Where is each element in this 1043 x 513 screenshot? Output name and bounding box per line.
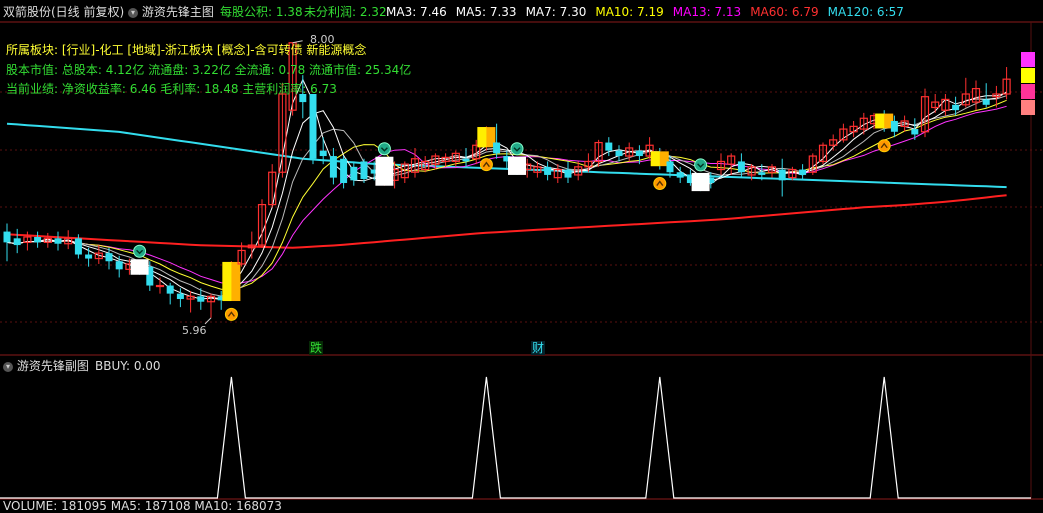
candle-body: [105, 253, 113, 262]
buy-signal-icon: [653, 177, 667, 191]
buy-candle-highlight: [477, 127, 487, 148]
undistributed-label: 未分利润: 2.32: [304, 5, 387, 19]
candle-body: [462, 158, 470, 162]
ma-legend-item: MA13: 7.13: [672, 5, 742, 19]
candle-body: [544, 166, 552, 175]
candle-body: [309, 94, 317, 159]
candle-body: [155, 284, 165, 288]
candle-body: [166, 285, 174, 294]
indicator-dropdown[interactable]: ▾ 游资先锋主图: [128, 4, 214, 20]
sell-signal-icon: [133, 244, 147, 258]
candle-body: [3, 231, 11, 243]
chevron-down-icon[interactable]: ▾: [128, 7, 138, 18]
candle-body: [74, 238, 82, 255]
candle-body: [360, 161, 368, 179]
candle-body: [737, 161, 745, 173]
buy-signal-icon: [877, 139, 891, 153]
buy-candle-highlight: [875, 113, 885, 129]
ma-legend-item: MA60: 6.79: [750, 5, 819, 19]
candle-body: [778, 169, 786, 181]
candle-body: [493, 142, 501, 154]
ma-legend-item: MA5: 7.33: [455, 5, 517, 19]
capital-info: 股本市值: 总股本: 4.12亿 流通盘: 3.22亿 全流通: 0.78 流通…: [6, 63, 412, 77]
candle-body: [635, 150, 643, 157]
candle-body: [758, 172, 766, 175]
candle-body: [615, 150, 623, 157]
fall-event-mark[interactable]: 跌: [309, 341, 324, 355]
candle-body: [197, 296, 205, 302]
stock-title: 双箭股份(日线 前复权): [3, 5, 125, 19]
candle-body: [319, 150, 327, 157]
sell-signal-icon: [510, 142, 524, 156]
legend-square-yellow: [1021, 68, 1035, 83]
high-price-label: 8.00: [310, 33, 335, 46]
indicator-name: 游资先锋主图: [141, 5, 214, 19]
ma-legend: MA3: 7.46 MA5: 7.33 MA7: 7.30 MA10: 7.19 MA1…: [386, 4, 913, 20]
legend-square-magenta: [1021, 52, 1035, 67]
candle-body: [85, 254, 93, 259]
candle-body: [176, 293, 184, 300]
candle-body: [329, 156, 337, 178]
bbuy-line: [0, 376, 1031, 499]
sell-signal-icon: [377, 142, 391, 156]
ma-legend-item: MA3: 7.46: [386, 5, 447, 19]
candle-body: [564, 169, 572, 178]
candle-body: [34, 236, 42, 243]
ma-legend-item: MA10: 7.19: [595, 5, 664, 19]
ma13-line: [6, 105, 1007, 285]
candle-body: [676, 172, 684, 178]
ma7-line: [6, 95, 1007, 297]
sell-candle-highlight: [130, 259, 149, 275]
ma5-line: [6, 91, 1007, 300]
volume-label: VOLUME: 181095 MA5: 187108 MA10: 168073: [3, 499, 282, 513]
buy-signal-icon: [224, 307, 238, 321]
ma-legend-item: MA120: 6:57: [827, 5, 904, 19]
ma3-line: [6, 78, 1007, 301]
sell-signal-icon: [694, 158, 708, 172]
sell-candle-highlight: [508, 156, 526, 175]
candle-body: [350, 166, 358, 181]
sub-panel-title: 游资先锋副图: [16, 359, 89, 373]
candle-body: [952, 104, 960, 111]
ma-legend-item: MA7: 7.30: [525, 5, 587, 19]
ma60-line: [6, 194, 1007, 249]
candle-body: [340, 158, 348, 184]
sub-panel-dropdown[interactable]: ▾ 游资先锋副图: [3, 358, 89, 374]
sell-candle-highlight: [375, 156, 394, 186]
legend-square-salmon: [1021, 100, 1035, 115]
candle-body: [605, 142, 613, 151]
eps-label: 每股公积: 1.38: [220, 5, 303, 19]
buy-candle-highlight: [222, 261, 232, 302]
candle-body: [115, 261, 123, 270]
low-pointer: [204, 317, 212, 325]
bbuy-value: BBUY: 0.00: [95, 359, 161, 373]
performance-info: 当前业绩: 净资收益率: 6.46 毛利率: 18.48 主营利润率: 6.73: [6, 82, 337, 96]
sell-candle-highlight: [691, 172, 710, 192]
candle-body: [890, 120, 898, 132]
candle-body: [13, 238, 21, 246]
candle-body: [54, 238, 62, 244]
candle-body: [666, 161, 674, 173]
buy-candle-highlight: [650, 151, 660, 167]
candle-body: [911, 129, 919, 135]
legend-square-pink: [1021, 84, 1035, 99]
finance-event-mark[interactable]: 财: [531, 341, 546, 355]
candle-body: [799, 169, 807, 175]
low-price-label: 5.96: [182, 324, 207, 337]
buy-signal-icon: [479, 158, 493, 172]
candle-body: [982, 99, 990, 105]
chevron-down-icon[interactable]: ▾: [3, 361, 13, 372]
